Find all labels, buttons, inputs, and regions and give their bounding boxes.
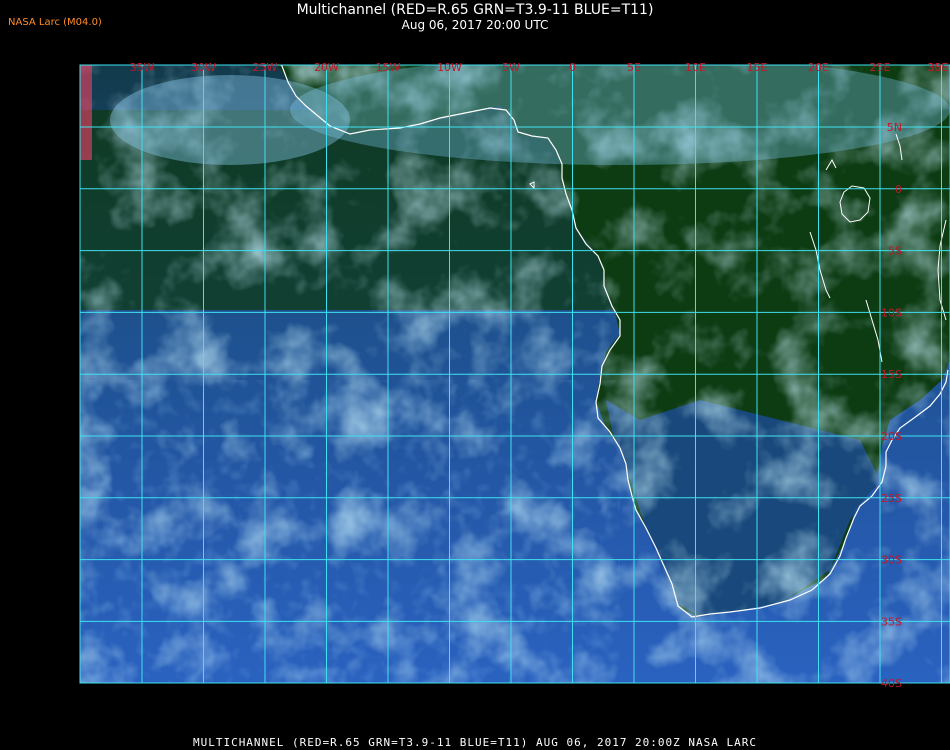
longitude-label: 10W <box>437 61 462 74</box>
longitude-label: 5W <box>502 61 520 74</box>
longitude-label: 25E <box>870 61 891 74</box>
longitude-label: 5E <box>627 61 641 74</box>
longitude-label: 15W <box>376 61 401 74</box>
footer-caption: MULTICHANNEL (RED=R.65 GRN=T3.9-11 BLUE=… <box>192 736 758 749</box>
longitude-label: 35E <box>928 61 949 74</box>
longitude-label: 15E <box>747 61 768 74</box>
latitude-label: 0 <box>895 183 902 196</box>
latitude-label: 40S <box>881 677 902 690</box>
longitude-label: 30W <box>191 61 216 74</box>
longitude-label: 10E <box>685 61 706 74</box>
sunlit-edge <box>80 65 92 160</box>
latitude-label: 30S <box>881 554 902 567</box>
latitude-label: 20S <box>881 430 902 443</box>
latitude-label: 10S <box>881 306 902 319</box>
satellite-map: 35W 30W 25W 20W 15W 10W 5W 0 5E 10E 15E 20E 25E 30E35… <box>79 61 950 690</box>
latitude-label: 5N <box>887 121 902 134</box>
longitude-label: 20E <box>808 61 829 74</box>
longitude-label: 0 <box>569 61 576 74</box>
latitude-label: 25S <box>881 492 902 505</box>
latitude-label: 35S <box>881 615 902 628</box>
cloud-band-west <box>110 75 350 165</box>
longitude-label: 25W <box>253 61 278 74</box>
latitude-label: 15S <box>881 368 902 381</box>
longitude-label: 20W <box>314 61 339 74</box>
cloud-speckle <box>80 380 620 683</box>
latitude-label: 5S <box>888 245 902 258</box>
longitude-label: 35W <box>130 61 155 74</box>
